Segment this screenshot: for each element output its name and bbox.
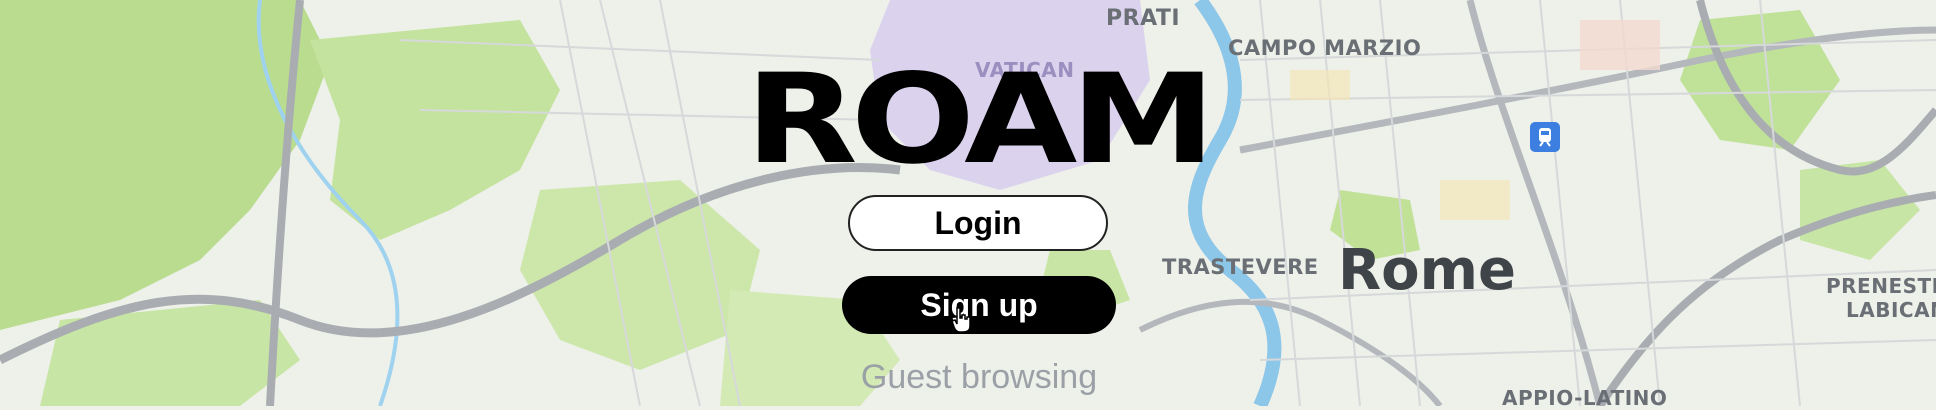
- signup-button[interactable]: Sign up: [842, 276, 1116, 334]
- app-logo: ROAM: [745, 48, 1216, 192]
- auth-panel: ROAM Login Sign up Guest browsing: [0, 0, 1936, 406]
- pointer-cursor-icon: [951, 307, 971, 333]
- guest-browsing-link[interactable]: Guest browsing: [842, 358, 1116, 397]
- login-button[interactable]: Login: [848, 195, 1108, 251]
